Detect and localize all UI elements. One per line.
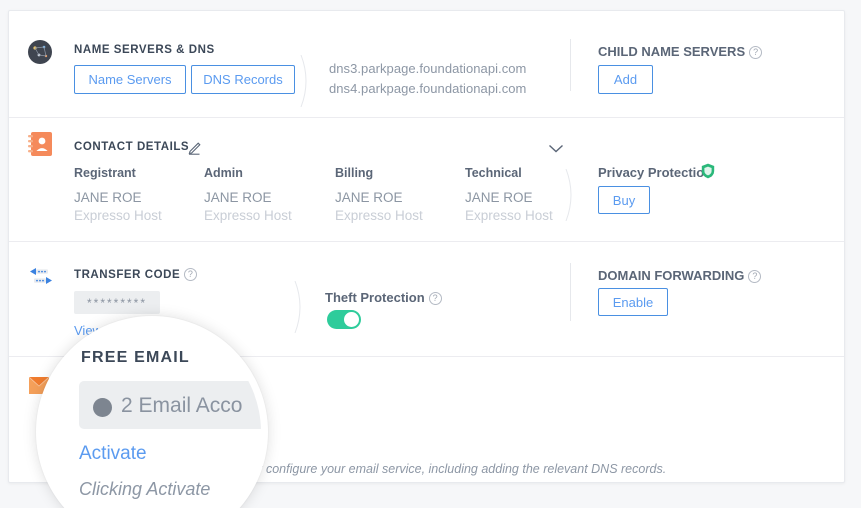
help-icon-transfer-code[interactable]: ? — [184, 268, 198, 281]
section-title-contact-details: CONTACT DETAILS — [74, 141, 190, 153]
help-icon-domain-forwarding[interactable]: ? — [748, 270, 762, 283]
contact-column-name-2: JANE ROE — [335, 190, 403, 205]
privacy-protection-text: Privacy Protection — [598, 165, 713, 180]
section-title-name-servers: NAME SERVERS & DNS — [74, 44, 215, 56]
transfer-code-text: TRANSFER CODE — [74, 269, 181, 281]
theft-protection-text: Theft Protection — [325, 290, 425, 305]
magnified-email-accounts-label: 2 Email Acco — [121, 394, 243, 417]
child-name-servers-label: CHILD NAME SERVERS? — [598, 44, 763, 59]
contact-column-name-1: JANE ROE — [204, 190, 272, 205]
transfer-arrows-icon — [27, 263, 53, 289]
add-child-name-server-button[interactable]: Add — [598, 65, 653, 94]
page-root: NAME SERVERS & DNS Name Servers DNS Reco… — [0, 0, 861, 508]
dns-value-1: dns3.parkpage.foundationapi.com — [329, 61, 527, 76]
section-divider-1 — [9, 117, 844, 118]
enable-domain-forwarding-button[interactable]: Enable — [598, 288, 668, 316]
theft-protection-label: Theft Protection? — [325, 290, 442, 305]
name-servers-button[interactable]: Name Servers — [74, 65, 186, 94]
magnified-note: Clicking Activate — [79, 479, 211, 499]
shield-icon — [701, 163, 715, 184]
theft-protection-toggle[interactable] — [327, 310, 361, 329]
contact-column-header-2: Billing — [335, 166, 374, 180]
contact-column-org-2: Expresso Host — [335, 208, 423, 223]
contact-column-name-0: JANE ROE — [74, 190, 142, 205]
privacy-protection-label: Privacy Protection — [598, 165, 712, 180]
transfer-code-masked-value: ********* — [74, 291, 160, 314]
chevron-down-icon[interactable] — [548, 141, 563, 153]
globe-network-icon — [27, 39, 53, 65]
magnifier-loupe: Vie FREE EMAIL 2 Email Acco Activate Cli… — [36, 316, 268, 508]
section-title-transfer-code: TRANSFER CODE? — [74, 268, 198, 281]
divider-vertical-1 — [570, 39, 571, 91]
help-icon-theft-protection[interactable]: ? — [428, 292, 442, 305]
magnifier-content: Vie FREE EMAIL 2 Email Acco Activate Cli… — [43, 323, 261, 508]
contact-column-header-3: Technical — [465, 166, 522, 180]
dns-value-2: dns4.parkpage.foundationapi.com — [329, 81, 527, 96]
magnified-activate-link[interactable]: Activate — [79, 443, 147, 465]
child-name-servers-text: CHILD NAME SERVERS — [598, 44, 746, 59]
pencil-icon[interactable] — [187, 139, 203, 160]
contact-column-header-0: Registrant — [74, 166, 136, 180]
contact-column-name-3: JANE ROE — [465, 190, 533, 205]
contact-column-org-3: Expresso Host — [465, 208, 553, 223]
divider-curve-3 — [294, 280, 308, 334]
help-icon-child-name-servers[interactable]: ? — [749, 46, 763, 59]
magnified-email-dot — [93, 398, 112, 417]
buy-privacy-protection-button[interactable]: Buy — [598, 186, 650, 214]
domain-forwarding-label: DOMAIN FORWARDING? — [598, 268, 762, 283]
divider-vertical-2 — [570, 263, 571, 321]
divider-curve-2 — [565, 168, 579, 222]
contact-book-icon — [27, 131, 53, 157]
contact-column-org-0: Expresso Host — [74, 208, 162, 223]
dns-records-button[interactable]: DNS Records — [191, 65, 295, 94]
magnified-free-email-title: FREE EMAIL — [81, 349, 190, 366]
contact-column-header-1: Admin — [204, 166, 243, 180]
section-divider-2 — [9, 241, 844, 242]
divider-curve-1 — [300, 54, 314, 108]
magnified-view-link: Vie — [75, 323, 91, 329]
contact-column-org-1: Expresso Host — [204, 208, 292, 223]
domain-forwarding-text: DOMAIN FORWARDING — [598, 268, 745, 283]
